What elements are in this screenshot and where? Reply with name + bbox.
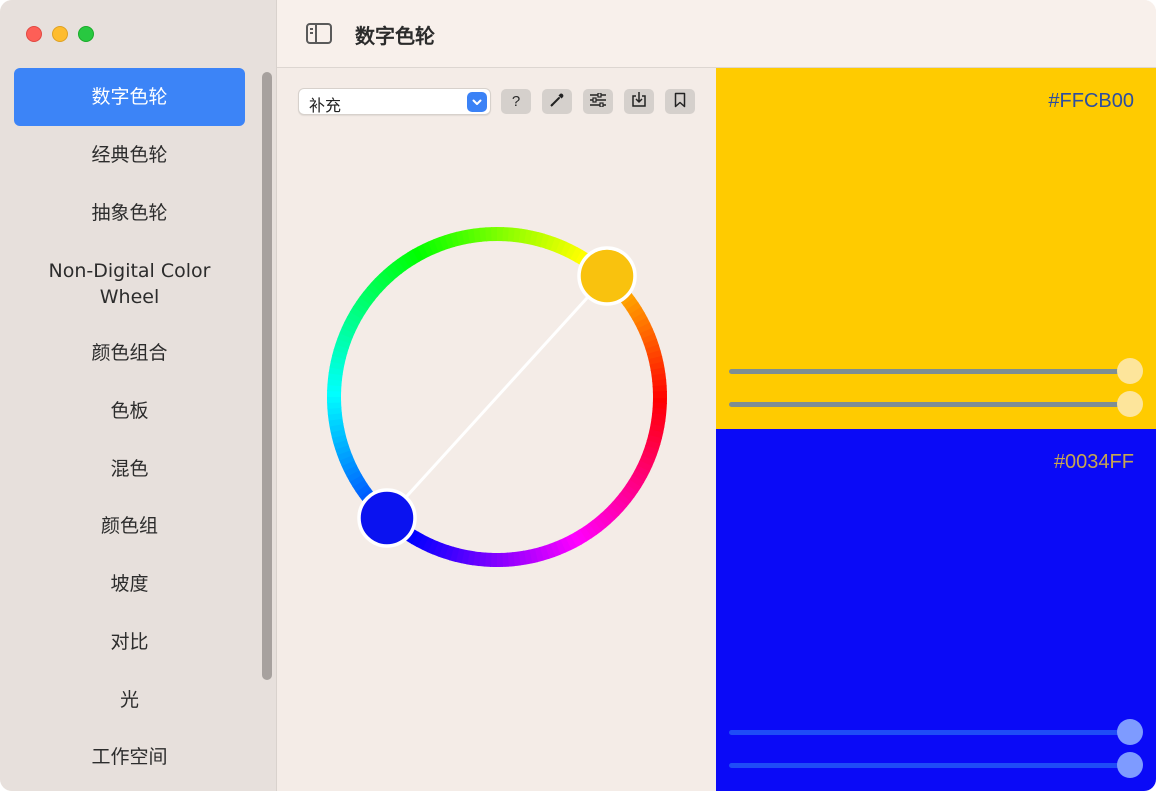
- sidebar-item-label: 数字色轮: [91, 86, 168, 108]
- sidebar-item-classic-color-wheel[interactable]: 经典色轮: [14, 126, 245, 184]
- sidebar-item-label: 颜色组: [100, 515, 158, 537]
- sidebar-item-color-combinations[interactable]: 颜色组合: [14, 324, 245, 382]
- complement-connector: [385, 274, 609, 520]
- complement-color-handle[interactable]: [357, 488, 417, 548]
- sidebar-item-label: 工作空间: [91, 746, 168, 768]
- primary-color-handle[interactable]: [577, 246, 637, 306]
- sidebar-item-label: 经典色轮: [91, 144, 168, 166]
- primary-slider-1[interactable]: [729, 358, 1143, 384]
- sidebar-item-abstract-color-wheel[interactable]: 抽象色轮: [14, 184, 245, 242]
- minimize-window-button[interactable]: [52, 26, 68, 42]
- sidebar-toggle-icon[interactable]: [306, 23, 332, 44]
- sidebar-item-label: Non-Digital Color Wheel: [48, 260, 211, 308]
- slider-knob[interactable]: [1117, 719, 1143, 745]
- sidebar-item-label: 色板: [110, 400, 149, 422]
- sidebar-item-label: 光: [119, 689, 139, 711]
- wheel-panel: 补充 ?: [277, 68, 716, 791]
- zoom-window-button[interactable]: [78, 26, 94, 42]
- primary-swatch: #FFCB00: [716, 68, 1156, 429]
- app-window: 数字色轮 经典色轮 抽象色轮 Non-Digital Color Wheel 颜…: [0, 0, 1156, 791]
- complement-hex-label[interactable]: #0034FF: [1054, 451, 1134, 474]
- sidebar-item-digital-color-wheel[interactable]: 数字色轮: [14, 68, 245, 126]
- sidebar-item-gradient[interactable]: 坡度: [14, 555, 245, 613]
- close-window-button[interactable]: [26, 26, 42, 42]
- slider-knob[interactable]: [1117, 752, 1143, 778]
- sidebar-item-label: 坡度: [110, 573, 149, 595]
- page-title: 数字色轮: [355, 24, 435, 48]
- sidebar-item-contrast[interactable]: 对比: [14, 613, 245, 671]
- sidebar-item-color-mixing[interactable]: 混色: [14, 440, 245, 498]
- sidebar-item-label: 抽象色轮: [91, 202, 168, 224]
- complement-swatch: #0034FF: [716, 429, 1156, 791]
- sidebar-item-non-digital-color-wheel[interactable]: Non-Digital Color Wheel: [14, 248, 245, 320]
- sidebar-item-label: 混色: [110, 458, 149, 480]
- title-bar: 数字色轮: [277, 0, 1156, 68]
- slider-knob[interactable]: [1117, 391, 1143, 417]
- color-wheel[interactable]: [277, 68, 716, 791]
- sidebar-item-workspace[interactable]: 工作空间: [14, 728, 245, 786]
- sidebar-scrollbar[interactable]: [262, 72, 272, 680]
- slider-knob[interactable]: [1117, 358, 1143, 384]
- sidebar-item-light[interactable]: 光: [14, 671, 245, 729]
- sidebar-item-label: 对比: [110, 631, 149, 653]
- sidebar-item-palette[interactable]: 色板: [14, 382, 245, 440]
- primary-slider-2[interactable]: [729, 391, 1143, 417]
- sidebar-item-color-groups[interactable]: 颜色组: [14, 497, 245, 555]
- sidebar-item-label: 颜色组合: [91, 342, 168, 364]
- complement-slider-2[interactable]: [729, 752, 1143, 778]
- sidebar: 数字色轮 经典色轮 抽象色轮 Non-Digital Color Wheel 颜…: [0, 0, 277, 791]
- complement-slider-1[interactable]: [729, 719, 1143, 745]
- primary-hex-label[interactable]: #FFCB00: [1048, 90, 1134, 113]
